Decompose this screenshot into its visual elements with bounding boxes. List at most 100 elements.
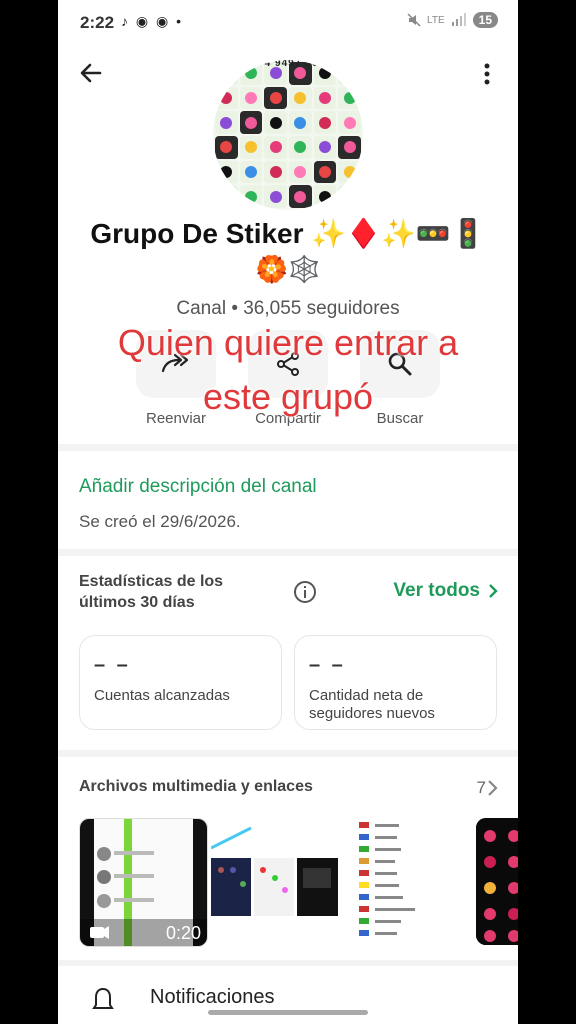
phone-screen: 2:22 ♪ ◉ ◉ • LTE 15 +4 9497 0€ Grupo De … <box>58 0 518 1024</box>
sticker-cell <box>288 111 312 134</box>
mute-icon <box>407 13 421 27</box>
sticker-dot <box>318 91 331 104</box>
stat-card-reach: – – Cuentas alcanzadas <box>79 635 282 730</box>
sticker-dot <box>244 67 257 80</box>
sticker-dot <box>294 116 307 129</box>
sticker-cell <box>215 160 238 184</box>
sticker-dot <box>343 165 356 178</box>
sticker-cell <box>338 160 361 184</box>
media-thumb-image[interactable] <box>476 818 518 945</box>
section-divider <box>58 444 518 451</box>
avatar-number: +4 9497 0€ <box>257 60 319 69</box>
see-all-stats-link[interactable]: Ver todos <box>393 580 498 602</box>
sticker-dot <box>220 141 233 154</box>
sticker-dot <box>294 165 307 178</box>
sticker-cell <box>264 86 287 110</box>
sticker-grid <box>213 60 363 210</box>
network-label: LTE <box>427 14 445 26</box>
status-time: 2:22 <box>80 13 115 32</box>
sticker-cell <box>313 160 337 184</box>
sticker-dot <box>343 67 356 80</box>
sticker-dot <box>294 67 307 80</box>
sticker-cell <box>313 185 337 208</box>
sticker-dot <box>318 141 331 154</box>
image-preview <box>476 818 518 945</box>
sticker-cell <box>288 185 312 208</box>
bell-icon <box>92 987 114 1009</box>
created-date: Se creó el 29/6/2026. <box>79 512 241 531</box>
back-arrow-icon[interactable] <box>78 60 104 86</box>
overlay-line-2: este grupó <box>202 376 374 417</box>
sticker-dot <box>244 141 257 154</box>
sticker-cell <box>288 160 312 184</box>
media-count: 7 <box>476 778 486 797</box>
section-divider <box>58 750 518 757</box>
media-thumb-image[interactable] <box>211 818 338 945</box>
info-icon[interactable] <box>293 580 317 604</box>
sticker-dot <box>269 141 282 154</box>
more-options-icon[interactable] <box>476 62 498 86</box>
stat-value: – – <box>94 654 131 676</box>
sticker-dot <box>343 91 356 104</box>
overlay-line-1: Quien quiere entrar a <box>117 322 459 363</box>
add-description-link[interactable]: Añadir descripción del canal <box>79 476 317 498</box>
sticker-dot <box>318 67 331 80</box>
sticker-cell <box>215 86 238 110</box>
sticker-cell <box>239 86 263 110</box>
sticker-dot <box>318 116 331 129</box>
sticker-dot <box>220 67 233 80</box>
stat-label: Cuentas alcanzadas <box>94 687 230 704</box>
status-bar: 2:22 ♪ ◉ ◉ • LTE 15 <box>58 0 518 46</box>
see-all-label: Ver todos <box>393 580 480 601</box>
media-thumb-image[interactable] <box>343 818 470 945</box>
channel-avatar[interactable]: +4 9497 0€ <box>213 60 363 210</box>
channel-name-line2: 🏵️🕸️ <box>255 254 321 284</box>
sticker-dot <box>244 165 257 178</box>
media-section-title[interactable]: Archivos multimedia y enlaces <box>79 778 313 796</box>
sticker-dot <box>244 190 257 203</box>
stat-value: – – <box>309 654 346 676</box>
sticker-dot <box>318 165 331 178</box>
sticker-cell <box>288 135 312 159</box>
sticker-dot <box>269 91 282 104</box>
sticker-dot <box>220 190 233 203</box>
section-divider <box>58 960 518 966</box>
notifications-label[interactable]: Notificaciones <box>150 986 275 1009</box>
sticker-dot <box>244 91 257 104</box>
section-divider <box>58 549 518 556</box>
sticker-dot <box>269 165 282 178</box>
signal-icon <box>451 13 466 26</box>
sticker-cell <box>313 86 337 110</box>
sticker-cell <box>313 135 337 159</box>
status-right: LTE 15 <box>407 12 498 28</box>
chevron-right-icon[interactable] <box>486 778 500 798</box>
sticker-cell <box>239 185 263 208</box>
sticker-cell <box>215 135 238 159</box>
sticker-dot <box>220 91 233 104</box>
sticker-dot <box>220 116 233 129</box>
sticker-cell <box>215 185 238 208</box>
stats-title: Estadísticas de los últimos 30 días <box>79 573 224 611</box>
sticker-cell <box>313 111 337 134</box>
overlay-caption: Quien quiere entrar a este grupó <box>58 316 518 424</box>
sticker-dot <box>269 116 282 129</box>
sticker-dot <box>244 116 257 129</box>
video-duration: 0:20 <box>165 923 201 943</box>
sticker-dot <box>343 116 356 129</box>
media-thumb-video[interactable]: 0:20 <box>79 818 208 947</box>
image-preview <box>343 818 470 945</box>
chevron-right-icon <box>489 584 498 598</box>
sticker-cell <box>239 111 263 134</box>
home-indicator[interactable] <box>208 1010 368 1015</box>
sticker-cell <box>338 111 361 134</box>
sticker-cell <box>264 160 287 184</box>
notification-icons: ♪ ◉ ◉ • <box>121 13 184 29</box>
channel-name: Grupo De Stiker ✨♦️✨🚥🚦 <box>90 218 486 249</box>
sticker-cell <box>264 135 287 159</box>
sticker-dot <box>220 165 233 178</box>
battery-indicator: 15 <box>472 12 498 28</box>
sticker-cell <box>338 185 361 208</box>
sticker-cell <box>288 86 312 110</box>
stat-card-followers: – – Cantidad neta de seguidores nuevos <box>294 635 497 730</box>
sticker-cell <box>264 111 287 134</box>
